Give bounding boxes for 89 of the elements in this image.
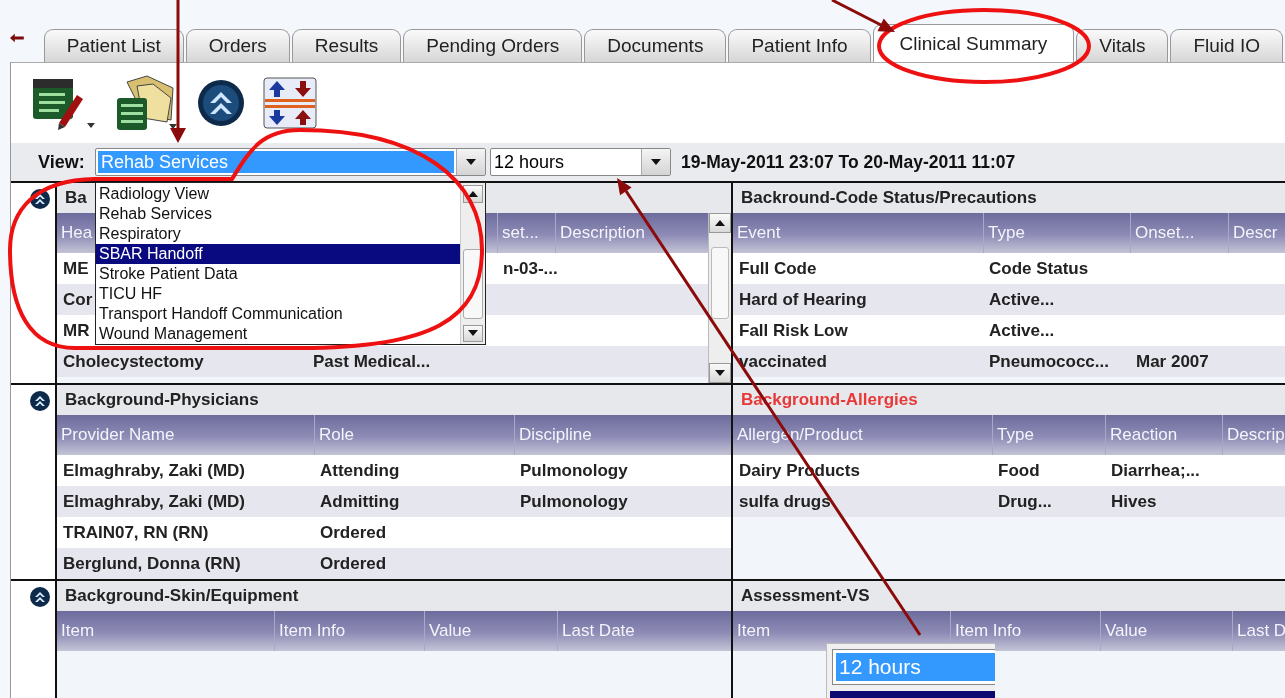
view-option[interactable]: Radiology View (96, 184, 460, 204)
table-cell: Cholecystectomy (63, 351, 204, 372)
column-header[interactable]: Value (1105, 621, 1148, 641)
time-range-dropdown[interactable]: 12 hours (490, 148, 671, 176)
column-header[interactable]: Item (61, 621, 95, 641)
tab[interactable]: Documents (584, 29, 727, 62)
column-header[interactable]: Last D (1237, 621, 1285, 641)
column-header[interactable]: Value (429, 621, 472, 641)
table-cell: MR (63, 320, 90, 341)
view-option[interactable]: TICU HF (96, 284, 460, 304)
table-cell: Diarrhea;... (1111, 460, 1200, 481)
collapse-icon[interactable] (30, 189, 50, 209)
column-header[interactable]: Discipline (519, 425, 592, 445)
column-header[interactable]: Item Info (279, 621, 346, 641)
column-header[interactable]: Item Info (955, 621, 1022, 641)
view-option[interactable]: Respiratory (96, 224, 460, 244)
tab[interactable]: Vitals (1076, 29, 1169, 62)
tab[interactable]: Pending Orders (403, 29, 583, 62)
view-label: View: (38, 151, 86, 173)
column-header[interactable]: Description (560, 223, 646, 243)
column-header[interactable]: Item (737, 621, 771, 641)
table-cell: TRAIN07, RN (RN) (63, 522, 209, 543)
table-cell: Full Code (739, 258, 817, 279)
table-cell: Mar 2007 (1136, 351, 1209, 372)
table-cell: Admitting (320, 491, 400, 512)
column-header[interactable]: Type (988, 223, 1025, 243)
column-header[interactable]: Event (737, 223, 781, 243)
view-option[interactable]: Stroke Patient Data (96, 264, 460, 284)
column-header[interactable]: Onset... (1135, 223, 1195, 243)
chevrons-up-icon[interactable] (197, 79, 245, 127)
tab[interactable]: Fluid IO (1170, 29, 1283, 62)
scroll-down-icon[interactable] (715, 370, 725, 376)
section-title: Background-Skin/Equipment (57, 581, 731, 611)
caret-icon (466, 159, 476, 165)
column-header[interactable]: Descr (1233, 223, 1278, 243)
pointer-arrow (831, 0, 895, 32)
table-cell: Hives (1111, 491, 1157, 512)
scroll-up-icon[interactable] (715, 220, 725, 226)
table-cell: Elmaghraby, Zaki (MD) (63, 491, 245, 512)
column-header[interactable]: Hea (61, 223, 93, 243)
table-cell: Drug... (998, 491, 1052, 512)
column-header[interactable]: Last Date (562, 621, 635, 641)
time-range-field[interactable]: 12 hours (832, 649, 995, 685)
table-cell: Berglund, Donna (RN) (63, 553, 241, 574)
tab[interactable]: Results (291, 29, 402, 62)
view-dropdown[interactable]: Rehab Services (95, 148, 486, 176)
table-cell: Hard of Hearing (739, 289, 867, 310)
table-cell: Pulmonology (520, 460, 628, 481)
table-cell: Food (998, 460, 1040, 481)
date-range-text: 19-May-2011 23:07 To 20-May-2011 11:07 (681, 151, 1016, 173)
column-header[interactable]: set... (502, 223, 539, 243)
table-cell: Pneumococc... (989, 351, 1109, 372)
tab[interactable]: Patient List (43, 29, 184, 62)
collapse-icon[interactable] (30, 391, 50, 411)
table-cell: Fall Risk Low (739, 320, 848, 341)
view-option[interactable]: Wound Management (96, 324, 460, 344)
section-title: Background-Physicians (57, 385, 731, 415)
table-cell: Ordered (320, 553, 387, 574)
table-cell: Active... (989, 320, 1055, 341)
scroll-up-icon[interactable] (468, 190, 478, 197)
table-cell: Attending (320, 460, 400, 481)
split-arrows-icon[interactable] (263, 77, 317, 129)
caret-icon (651, 159, 661, 165)
table-cell: Ordered (320, 522, 387, 543)
table-cell: vaccinated (739, 351, 827, 372)
section-title: Assessment-VS (733, 581, 1285, 611)
table-cell: Active... (989, 289, 1055, 310)
scrollbar[interactable] (708, 213, 731, 383)
section-title: Backround-Code Status/Precautions (733, 183, 1285, 213)
column-header[interactable]: Reaction (1110, 425, 1178, 445)
column-header[interactable]: Descrip (1227, 425, 1285, 445)
table-cell: Pulmonology (520, 491, 628, 512)
table-cell: ME (63, 258, 89, 279)
tab[interactable]: Orders (185, 29, 290, 62)
column-header[interactable]: Provider Name (61, 425, 175, 445)
table-cell: Elmaghraby, Zaki (MD) (63, 460, 245, 481)
scroll-down-icon[interactable] (468, 330, 478, 337)
column-header[interactable]: Type (997, 425, 1034, 445)
table-cell: sulfa drugs (739, 491, 831, 512)
column-header[interactable]: Role (319, 425, 354, 445)
view-option[interactable]: SBAR Handoff (96, 244, 460, 264)
table-cell: Code Status (989, 258, 1089, 279)
tab[interactable]: Clinical Summary (872, 24, 1075, 62)
table-cell: Past Medical... (313, 351, 431, 372)
view-option[interactable]: Transport Handoff Communication (96, 304, 460, 324)
table-cell: n-03-... (503, 258, 558, 279)
collapse-icon[interactable] (30, 587, 50, 607)
table-cell: Cor (63, 289, 93, 310)
tab[interactable]: Patient Info (728, 29, 871, 62)
